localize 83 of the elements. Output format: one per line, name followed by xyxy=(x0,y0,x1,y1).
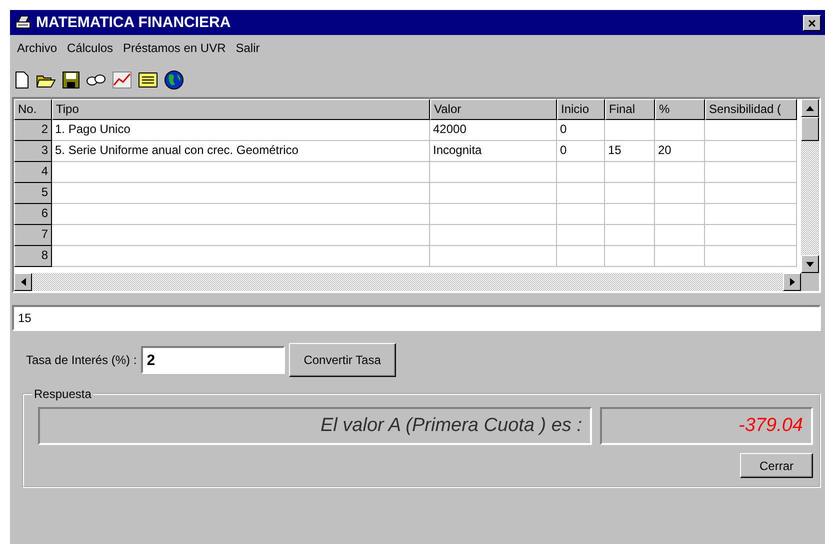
table-cell[interactable] xyxy=(430,162,557,183)
table-cell[interactable] xyxy=(430,225,557,246)
row-header[interactable]: 4 xyxy=(14,162,52,183)
table-cell[interactable] xyxy=(605,204,655,225)
table-cell[interactable]: Incognita xyxy=(430,141,557,162)
glasses-icon[interactable] xyxy=(86,73,106,87)
table-cell[interactable] xyxy=(655,183,705,204)
table-cell[interactable] xyxy=(705,162,797,183)
row-header[interactable]: 8 xyxy=(14,246,52,267)
window-title: MATEMATICA FINANCIERA xyxy=(36,14,232,31)
left-arrow-icon xyxy=(20,278,26,286)
column-header[interactable]: Sensibilidad ( xyxy=(705,99,797,120)
row-header[interactable]: 6 xyxy=(14,204,52,225)
table-cell[interactable]: 0 xyxy=(557,120,605,141)
right-arrow-icon xyxy=(790,278,794,286)
printer-icon xyxy=(14,14,32,30)
globe-icon[interactable] xyxy=(164,70,184,90)
convert-button[interactable]: Convertir Tasa xyxy=(288,343,396,377)
column-header[interactable]: No. xyxy=(14,99,52,120)
save-icon[interactable] xyxy=(62,71,80,89)
table-cell[interactable] xyxy=(430,183,557,204)
table-cell[interactable] xyxy=(655,246,705,267)
table-cell[interactable]: 5. Serie Uniforme anual con crec. Geométrico xyxy=(52,141,430,162)
close-button[interactable]: × xyxy=(803,14,821,30)
close-dialog-button[interactable]: Cerrar xyxy=(740,453,813,478)
table-cell[interactable]: 0 xyxy=(557,141,605,162)
column-header[interactable]: Final xyxy=(605,99,655,120)
table-cell[interactable] xyxy=(557,162,605,183)
table-cell[interactable] xyxy=(655,120,705,141)
table-cell[interactable] xyxy=(705,141,797,162)
answer-label: El valor A (Primera Cuota ) es : xyxy=(38,407,592,445)
column-header[interactable]: Tipo xyxy=(52,99,430,120)
table-cell[interactable] xyxy=(52,225,430,246)
column-header[interactable]: Valor xyxy=(430,99,557,120)
table-cell[interactable] xyxy=(430,246,557,267)
down-arrow-icon xyxy=(806,262,814,266)
input-field[interactable]: 15 xyxy=(12,305,821,331)
new-file-icon[interactable] xyxy=(14,71,30,89)
menu-item[interactable]: Salir xyxy=(230,41,265,55)
group-title: Respuesta xyxy=(33,387,92,401)
rate-label: Tasa de Interés (%) : xyxy=(26,353,137,367)
table-cell[interactable] xyxy=(52,162,430,183)
chart-icon[interactable] xyxy=(112,71,132,89)
table-cell[interactable] xyxy=(52,204,430,225)
table-cell[interactable] xyxy=(430,204,557,225)
table-cell[interactable] xyxy=(52,246,430,267)
rate-field[interactable]: 2 xyxy=(140,346,285,374)
table-cell[interactable]: 20 xyxy=(655,141,705,162)
table-cell[interactable] xyxy=(605,225,655,246)
table-cell[interactable] xyxy=(557,183,605,204)
menu-item[interactable]: Préstamos en UVR xyxy=(118,41,231,55)
table-cell[interactable] xyxy=(557,246,605,267)
table-cell[interactable] xyxy=(705,120,797,141)
table-cell[interactable]: 1. Pago Unico xyxy=(52,120,430,141)
table-cell[interactable] xyxy=(655,162,705,183)
row-header[interactable]: 5 xyxy=(14,183,52,204)
table-cell[interactable]: 15 xyxy=(605,141,655,162)
table-cell[interactable] xyxy=(605,120,655,141)
table-cell[interactable] xyxy=(557,225,605,246)
table-cell[interactable] xyxy=(605,246,655,267)
scroll-thumb[interactable] xyxy=(801,117,819,141)
table-cell[interactable] xyxy=(655,225,705,246)
table-cell[interactable] xyxy=(705,204,797,225)
document-icon[interactable] xyxy=(138,72,158,88)
column-header[interactable]: Inicio xyxy=(557,99,605,120)
row-header[interactable]: 7 xyxy=(14,225,52,246)
menu-item[interactable]: Archivo xyxy=(12,41,62,55)
table-cell[interactable] xyxy=(605,183,655,204)
menu-item[interactable]: Cálculos xyxy=(62,41,118,55)
row-header[interactable]: 3 xyxy=(14,141,52,162)
table-cell[interactable] xyxy=(705,225,797,246)
horizontal-scrollbar[interactable] xyxy=(14,273,801,291)
table-cell[interactable] xyxy=(705,246,797,267)
row-header[interactable]: 2 xyxy=(14,120,52,141)
table-cell[interactable] xyxy=(52,183,430,204)
up-arrow-icon xyxy=(806,106,814,110)
table-cell[interactable] xyxy=(655,204,705,225)
table-cell[interactable]: 42000 xyxy=(430,120,557,141)
table-cell[interactable] xyxy=(705,183,797,204)
column-header[interactable]: % xyxy=(655,99,705,120)
answer-value: -379.04 xyxy=(600,407,813,445)
table-cell[interactable] xyxy=(605,162,655,183)
table-cell[interactable] xyxy=(557,204,605,225)
